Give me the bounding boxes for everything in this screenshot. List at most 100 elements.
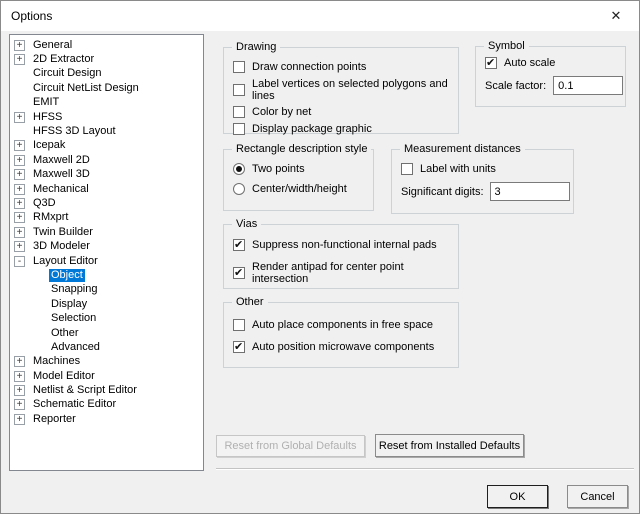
tree-item-label[interactable]: Snapping (49, 283, 100, 296)
auto-scale-row[interactable]: Auto scale (485, 56, 625, 69)
expand-icon[interactable]: + (14, 154, 25, 166)
tree-item-schematic-editor[interactable]: + Schematic Editor (10, 398, 203, 412)
expand-icon[interactable]: + (14, 140, 25, 152)
checkbox-row[interactable]: Suppress non-functional internal pads (233, 238, 458, 251)
checkbox-row[interactable]: Display package graphic (233, 122, 458, 135)
tree-item-label[interactable]: Mechanical (31, 183, 91, 196)
tree-item-display[interactable]: Display (10, 297, 203, 311)
tree-item-reporter[interactable]: + Reporter (10, 412, 203, 426)
tree-item-label[interactable]: Reporter (31, 413, 78, 426)
tree-item-label[interactable]: Netlist & Script Editor (31, 384, 139, 397)
tree-item-label[interactable]: HFSS (31, 111, 64, 124)
tree-item-label[interactable]: Circuit NetList Design (31, 82, 141, 95)
expand-icon[interactable]: + (14, 356, 25, 368)
checkbox[interactable] (233, 340, 245, 353)
tree-item-twin-builder[interactable]: + Twin Builder (10, 225, 203, 239)
tree-item-label[interactable]: Other (49, 327, 81, 340)
tree-item-label[interactable]: Selection (49, 312, 98, 325)
checkbox-row[interactable]: Draw connection points (233, 61, 458, 73)
expand-icon[interactable]: + (14, 54, 25, 66)
reset-installed-defaults-button[interactable]: Reset from Installed Defaults (375, 434, 524, 457)
tree-item-label[interactable]: Maxwell 3D (31, 168, 92, 181)
radio-button[interactable] (233, 183, 245, 195)
tree-item-label[interactable]: Advanced (49, 341, 102, 354)
radio-row[interactable]: Center/width/height (233, 183, 373, 195)
checkbox[interactable] (233, 238, 245, 251)
tree-item-label[interactable]: HFSS 3D Layout (31, 125, 118, 138)
expand-icon[interactable]: + (14, 241, 25, 253)
tree-item-q3d[interactable]: + Q3D (10, 196, 203, 210)
checkbox-row[interactable]: Render antipad for center point intersec… (233, 261, 458, 285)
expand-icon[interactable]: + (14, 212, 25, 224)
close-icon[interactable]: ✕ (593, 2, 639, 31)
tree-item-label[interactable]: Circuit Design (31, 67, 103, 80)
tree-item-machines[interactable]: + Machines (10, 355, 203, 369)
tree-item-other[interactable]: Other (10, 326, 203, 340)
ok-button[interactable]: OK (487, 485, 548, 508)
checkbox[interactable] (233, 61, 245, 73)
tree-item-2d-extractor[interactable]: +2D Extractor (10, 52, 203, 66)
checkbox-row[interactable]: Color by net (233, 106, 458, 118)
tree-item-label[interactable]: Machines (31, 355, 82, 368)
checkbox[interactable] (233, 83, 245, 96)
tree-item-label[interactable]: Object (49, 268, 85, 282)
tree-item-label[interactable]: General (31, 39, 74, 52)
checkbox[interactable] (233, 319, 245, 331)
tree-item-label[interactable]: RMxprt (31, 211, 70, 224)
collapse-icon[interactable]: - (14, 255, 25, 267)
checkbox[interactable] (233, 266, 245, 279)
checkbox-row[interactable]: Label vertices on selected polygons and … (233, 78, 458, 102)
expand-icon[interactable]: + (14, 370, 25, 382)
tree-item-rmxprt[interactable]: + RMxprt (10, 211, 203, 225)
radio-row[interactable]: Two points (233, 163, 373, 175)
tree-item-label[interactable]: Schematic Editor (31, 398, 118, 411)
tree-item-netlist-script-editor[interactable]: + Netlist & Script Editor (10, 383, 203, 397)
tree-item-mechanical[interactable]: + Mechanical (10, 182, 203, 196)
expand-icon[interactable]: + (14, 399, 25, 411)
reset-global-defaults-button[interactable]: Reset from Global Defaults (216, 435, 365, 457)
expand-icon[interactable]: + (14, 197, 25, 209)
significant-digits-input[interactable] (489, 182, 570, 201)
tree-item-label[interactable]: EMIT (31, 96, 61, 109)
tree-item-hfss[interactable]: + HFSS (10, 110, 203, 124)
expand-icon[interactable]: + (14, 169, 25, 181)
expand-icon[interactable]: + (14, 39, 25, 51)
tree-item-label[interactable]: 2D Extractor (31, 53, 96, 66)
expand-icon[interactable]: + (14, 183, 25, 195)
tree-item-label[interactable]: Display (49, 298, 89, 311)
label-with-units-row[interactable]: Label with units (401, 163, 573, 175)
tree-item-label[interactable]: Model Editor (31, 370, 97, 383)
tree-item-model-editor[interactable]: + Model Editor (10, 369, 203, 383)
expand-icon[interactable]: + (14, 226, 25, 238)
checkbox[interactable] (401, 163, 413, 175)
tree-item-circuit-netlist-design[interactable]: Circuit NetList Design (10, 81, 203, 95)
tree-item-icepak[interactable]: + Icepak (10, 139, 203, 153)
scale-factor-input[interactable] (553, 76, 624, 95)
tree-item-label[interactable]: Maxwell 2D (31, 154, 92, 167)
checkbox-row[interactable]: Auto place components in free space (233, 319, 458, 331)
tree-item-circuit-design[interactable]: Circuit Design (10, 67, 203, 81)
tree-item-object[interactable]: Object (10, 268, 203, 282)
tree-item-label[interactable]: Layout Editor (31, 255, 100, 268)
options-tree[interactable]: + General +2D Extractor Circuit Design Circu… (9, 34, 204, 471)
checkbox[interactable] (233, 106, 245, 118)
expand-icon[interactable]: + (14, 385, 25, 397)
tree-item-label[interactable]: Q3D (31, 197, 58, 210)
radio-button[interactable] (233, 163, 245, 175)
tree-item-selection[interactable]: Selection (10, 311, 203, 325)
tree-item-label[interactable]: Twin Builder (31, 226, 95, 239)
checkbox-row[interactable]: Auto position microwave components (233, 340, 458, 353)
tree-item-general[interactable]: + General (10, 38, 203, 52)
tree-item-hfss-3d-layout[interactable]: HFSS 3D Layout (10, 124, 203, 138)
expand-icon[interactable]: + (14, 413, 25, 425)
checkbox[interactable] (485, 56, 497, 69)
tree-item-emit[interactable]: EMIT (10, 96, 203, 110)
cancel-button[interactable]: Cancel (567, 485, 628, 508)
tree-item-layout-editor[interactable]: - Layout Editor (10, 254, 203, 268)
tree-item-label[interactable]: 3D Modeler (31, 240, 92, 253)
tree-item-snapping[interactable]: Snapping (10, 283, 203, 297)
tree-item-maxwell-2d[interactable]: + Maxwell 2D (10, 153, 203, 167)
checkbox[interactable] (233, 122, 245, 135)
expand-icon[interactable]: + (14, 111, 25, 123)
tree-item-maxwell-3d[interactable]: + Maxwell 3D (10, 168, 203, 182)
